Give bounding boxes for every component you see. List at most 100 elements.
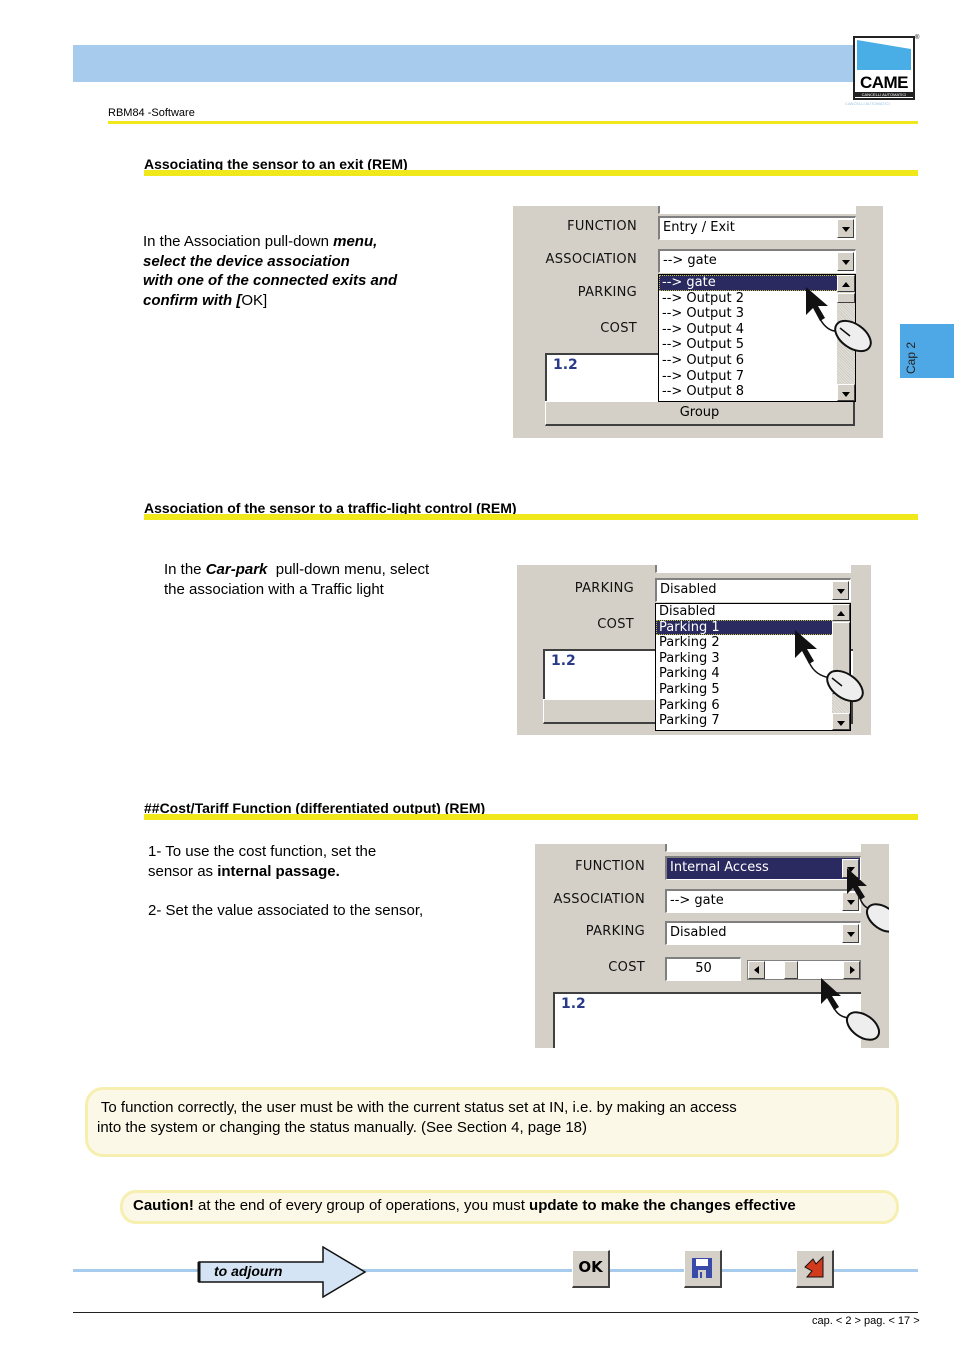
text-emphasis: update to make the changes effective — [529, 1197, 796, 1214]
page-reference: cap. < 2 > pag. < 17 > — [812, 1315, 920, 1327]
chevron-up-icon — [837, 611, 845, 616]
chevron-down-icon — [837, 589, 845, 594]
parking-select[interactable]: Disabled — [665, 921, 861, 945]
ok-button[interactable]: OK — [572, 1250, 610, 1288]
text-emphasis: internal passage. — [217, 862, 340, 880]
dropdown-button[interactable] — [832, 581, 849, 600]
group-button[interactable]: Group — [545, 401, 855, 426]
floppy-disk-icon — [692, 1258, 712, 1278]
association-select[interactable]: --> gate — [665, 889, 861, 913]
text: pull-down menu, select — [267, 561, 430, 578]
sensor-dialog-cost: FUNCTION Internal Access ASSOCIATION -->… — [535, 844, 889, 1048]
parking-label: PARKING — [585, 924, 645, 939]
chapter-tab: Cap 2 — [900, 324, 954, 378]
section-instructions: 1- To use the cost function, set the sen… — [148, 842, 488, 920]
function-select[interactable]: Entry / Exit — [658, 216, 856, 240]
combo-top-partial — [658, 206, 856, 214]
text-emphasis: Car-park — [205, 561, 268, 578]
cost-value: 50 — [695, 961, 712, 976]
mouse-pointer-icon — [821, 978, 841, 1010]
exit-button[interactable] — [796, 1250, 834, 1288]
text: In the Association pull-down — [143, 233, 334, 250]
text-emphasis: with one of the connected exits and — [143, 272, 398, 289]
sensor-id-value: 1.2 — [551, 653, 576, 669]
cost-label: COST — [597, 617, 634, 632]
section-rule — [144, 514, 918, 520]
caution-note: Caution! at the end of every group of op… — [120, 1190, 899, 1224]
text: sensor as — [148, 862, 218, 880]
section-rule — [144, 170, 918, 176]
caution-label: Caution! — [133, 1197, 194, 1214]
ok-reference: OK — [241, 291, 264, 309]
text: into the system or changing the status m… — [97, 1119, 588, 1136]
logo-subtitle-secondary: CANCELLI AUTOMATICI — [845, 101, 890, 106]
association-value: --> gate — [670, 893, 724, 908]
header-band — [73, 45, 853, 82]
save-button[interactable] — [684, 1250, 722, 1288]
logo-text: CAME — [859, 73, 909, 92]
text: To function correctly, the user must be … — [97, 1099, 737, 1116]
slider-left-button[interactable] — [748, 961, 765, 979]
mouse-icon — [865, 903, 889, 933]
text-emphasis: select the device association — [143, 252, 350, 270]
adjourn-label: to adjourn — [214, 1263, 283, 1279]
mouse-cursor-illustration — [847, 868, 889, 933]
document-name: RBM84 -Software — [108, 107, 195, 119]
parking-value: Disabled — [660, 582, 717, 597]
list-item[interactable]: --> Output 8 — [659, 384, 855, 400]
text: at the end of every group of operations,… — [193, 1197, 530, 1214]
scroll-down-button[interactable] — [832, 713, 850, 730]
association-label: ASSOCIATION — [553, 892, 645, 907]
list-item[interactable]: Parking 7 — [656, 713, 850, 729]
header-rule — [108, 121, 918, 124]
dropdown-button[interactable] — [837, 219, 854, 238]
chevron-left-icon — [754, 966, 759, 974]
parking-select[interactable]: Disabled — [655, 578, 851, 602]
came-logo: CAME CANCELLI AUTOMATICI — [853, 36, 915, 100]
caution-note-text: Caution! at the end of every group of op… — [133, 1196, 796, 1216]
mouse-cursor-illustration — [821, 978, 881, 1041]
text: ] — [263, 291, 268, 309]
dropdown-button[interactable] — [837, 252, 854, 271]
association-label: ASSOCIATION — [545, 252, 637, 267]
chevron-down-icon — [842, 260, 850, 265]
scroll-down-button[interactable] — [837, 384, 855, 401]
exit-arrow-icon — [804, 1255, 824, 1278]
step-2-text: 2- Set the value associated to the senso… — [148, 901, 424, 919]
association-select[interactable]: --> gate — [658, 249, 856, 273]
text: In the — [164, 561, 206, 578]
section-rule — [144, 814, 918, 820]
registered-mark: ® — [915, 35, 920, 41]
function-select[interactable]: Internal Access — [665, 856, 861, 880]
chapter-tab-label: Cap 2 — [904, 341, 918, 374]
function-label: FUNCTION — [575, 859, 645, 874]
info-note-text: To function correctly, the user must be … — [97, 1098, 737, 1138]
cost-input[interactable]: 50 — [665, 957, 741, 981]
mouse-cursor-illustration — [795, 630, 864, 703]
function-label: FUNCTION — [567, 219, 637, 234]
chevron-down-icon — [842, 227, 850, 232]
scroll-up-button[interactable] — [832, 604, 850, 621]
footer-rule — [73, 1312, 918, 1313]
combo-top-partial — [665, 844, 861, 852]
chevron-down-icon — [842, 392, 850, 397]
logo-subtitle: CANCELLI AUTOMATICI — [855, 92, 913, 97]
section-instructions: In the Car-park pull-down menu, select t… — [164, 560, 484, 599]
text-emphasis: menu, — [333, 233, 378, 250]
text: the association with a Traffic light — [164, 580, 384, 598]
section-instructions: In the Association pull-down menu, selec… — [143, 232, 463, 310]
cost-label: COST — [600, 321, 637, 336]
info-note: To function correctly, the user must be … — [85, 1087, 899, 1157]
step-1-text: 1- To use the cost function, set the — [148, 843, 377, 860]
mouse-pointer-icon — [795, 630, 817, 664]
slider-thumb[interactable] — [784, 961, 799, 979]
logo-gate-icon — [857, 40, 911, 70]
list-item[interactable]: --> Output 7 — [659, 369, 855, 385]
association-value: --> gate — [663, 253, 717, 268]
text-emphasis: confirm with [ — [143, 291, 242, 309]
mouse-pointer-icon — [806, 287, 828, 321]
mouse-pointer-icon — [847, 868, 867, 900]
list-item[interactable]: Disabled — [656, 604, 850, 620]
mouse-icon — [845, 1011, 881, 1041]
sensor-dialog-parking: PARKING Disabled COST 1.2 Disabled Parki… — [517, 565, 871, 735]
